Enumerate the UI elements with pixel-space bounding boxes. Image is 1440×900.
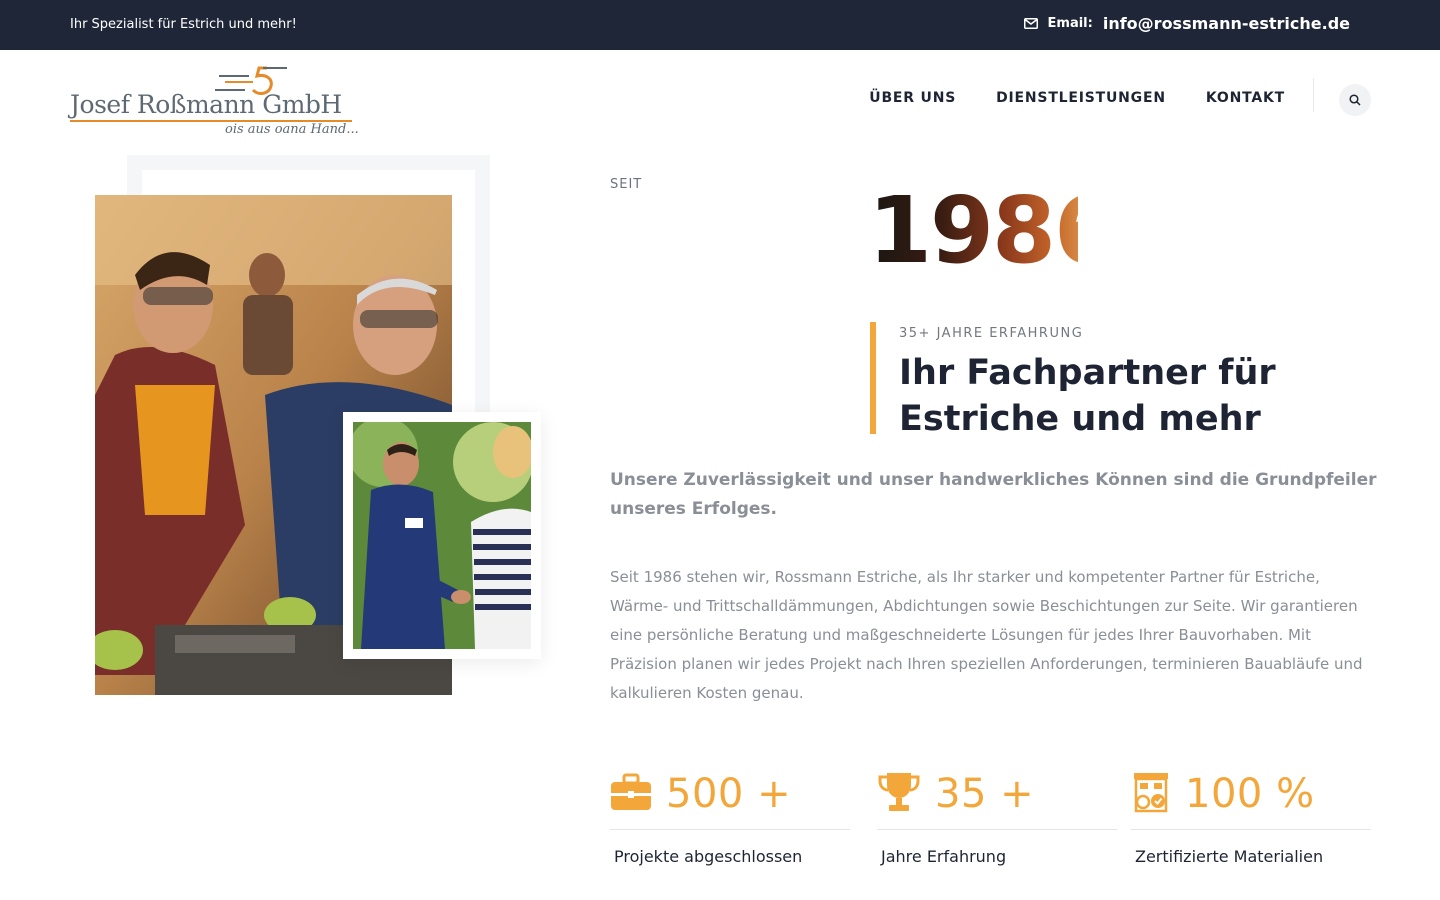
email-label: Email: — [1047, 16, 1093, 31]
envelope-icon — [1023, 15, 1038, 33]
stat-projects: 500 + Projekte abgeschlossen — [610, 765, 850, 866]
stat-caption: Projekte abgeschlossen — [614, 847, 803, 866]
stat-value: 35 + — [935, 771, 1035, 817]
stat-caption: Jahre Erfahrung — [881, 847, 1007, 866]
email-link[interactable]: info@rossmann-estriche.de — [1103, 14, 1350, 33]
stat-materials: 100 % Zertifizierte Materialien — [1131, 765, 1371, 866]
accent-bar — [870, 322, 876, 434]
stat-value: 500 + — [666, 771, 792, 817]
logo-name: Josef Roßmann GmbH — [70, 90, 342, 119]
about-body: Seit 1986 stehen wir, Rossmann Estriche,… — [610, 568, 1363, 702]
search-icon — [1349, 91, 1361, 110]
handshake-photo-card — [343, 412, 541, 659]
building-icon — [1131, 771, 1171, 817]
founding-year: 1986 — [868, 177, 1118, 290]
stat-caption: Zertifizierte Materialien — [1135, 847, 1324, 866]
about-headline: Ihr Fachpartner für Estriche und mehr — [899, 353, 1276, 439]
stat-divider — [1131, 829, 1371, 830]
experience-label: 35+ JAHRE ERFAHRUNG — [899, 326, 1084, 341]
nav-divider — [1313, 78, 1314, 112]
stat-experience: 35 + Jahre Erfahrung — [877, 765, 1117, 866]
trophy-icon — [877, 771, 921, 817]
since-label: SEIT — [610, 177, 643, 192]
about-lead: Unsere Zuverlässigkeit und unser handwer… — [610, 470, 1377, 519]
logo-subtitle: ois aus oana Hand... — [225, 122, 359, 137]
stat-divider — [610, 829, 850, 830]
top-bar-email[interactable]: Email: info@rossmann-estriche.de — [1023, 14, 1350, 33]
nav-item-dienstleistungen[interactable]: DIENSTLEISTUNGEN — [996, 90, 1166, 106]
briefcase-icon — [610, 773, 652, 815]
company-logo[interactable]: Josef Roßmann GmbH ois aus oana Hand... — [70, 62, 360, 142]
nav-item-ueber-uns[interactable]: ÜBER UNS — [869, 90, 956, 106]
founding-year-text: 1986 — [868, 180, 1078, 275]
main-nav: ÜBER UNS DIENSTLEISTUNGEN KONTAKT — [869, 90, 1285, 106]
search-button[interactable] — [1339, 84, 1371, 116]
nav-item-kontakt[interactable]: KONTAKT — [1206, 90, 1285, 106]
top-bar-tagline: Ihr Spezialist für Estrich und mehr! — [70, 17, 297, 32]
stat-value: 100 % — [1185, 771, 1315, 817]
top-bar: Ihr Spezialist für Estrich und mehr! Ema… — [0, 0, 1440, 50]
handshake-photo — [353, 422, 531, 649]
stat-divider — [877, 829, 1117, 830]
